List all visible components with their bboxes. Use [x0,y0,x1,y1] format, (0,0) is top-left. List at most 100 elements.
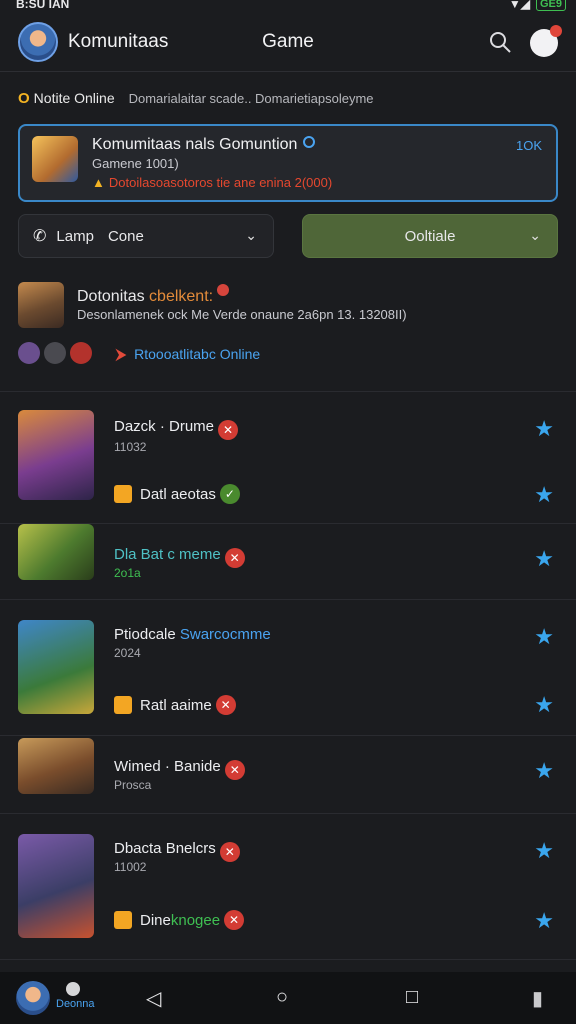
game-title: Dbacta Bnelcrs ✕ [114,840,240,862]
game-thumbnail [18,410,94,500]
featured-title-a: Dotonitas [77,288,145,305]
member-avatar [70,342,92,364]
game-tag-text: Datl aeotas [140,485,216,503]
tag-icon [114,696,132,714]
filter-dropdown-left[interactable]: ✆ Lamp Cone ⌄ [18,214,274,258]
game-title-text: Wimed · Banide [114,758,221,775]
alert-badge [217,284,230,296]
app-bar: Komunitaas Game [0,12,576,72]
app-title: Komunitaas [68,30,169,52]
star-icon[interactable]: ★ [534,546,554,572]
card-subtitle: Gamene 1001) [92,156,179,171]
notification-badge [550,25,562,37]
game-title-text: Dazck · Drume [114,418,215,435]
search-icon[interactable] [488,30,512,54]
wifi-icon: ▼◢ [508,0,530,11]
star-icon[interactable]: ★ [534,624,554,650]
nav-user-label: Deonna [56,998,95,1010]
featured-item[interactable]: Dotonitas cbelkent: Desonlamenek ock Me … [0,280,576,392]
close-badge-icon: ✕ [224,760,245,780]
notice-title: Notite Online [33,90,115,106]
chevron-down-icon: ⌄ [245,227,257,243]
game-sub: 2024 [114,646,141,660]
game-thumbnail [18,620,94,714]
card-warning: Dotoilasoasotoros tie ane enina 2(000) [108,175,333,190]
game-thumbnail [18,834,94,938]
battery-indicator: GE9 [535,0,566,11]
online-notice: O Notite Online Domarialaitar scade.. Do… [0,72,576,124]
card-count: 1OK [515,138,542,153]
home-icon[interactable]: ○ [276,986,288,1009]
tag-icon [114,485,132,503]
nav-user[interactable]: Deonna [56,982,95,1010]
filter-left-b: Cone [107,227,144,245]
back-icon[interactable]: ◁ [146,986,161,1011]
app-drawer-icon[interactable]: ▮ [532,986,543,1011]
game-title-highlight: Swarcocmme [179,626,271,643]
card-title-line: Komumitaas nals Gomuntion [92,136,316,154]
recents-icon[interactable]: □ [406,986,418,1009]
arrow-right-icon: ⮞ [116,346,127,362]
bottom-nav: Deonna ◁ ○ □ ▮ [0,972,576,1024]
chevron-down-icon: ⌄ [529,227,541,243]
game-sub: 11002 [114,860,147,874]
list-item[interactable]: Wimed · Banide ✕ Prosca ★ [0,736,576,814]
game-title-text: Ptiodcale [114,626,180,643]
game-tag: Ratl aaime ✕ [114,695,236,715]
nav-avatar[interactable] [16,981,50,1015]
filter-right-label: Ooltiale [404,227,456,245]
close-badge-icon: ✕ [215,695,236,715]
game-tag: Dine knogee ✕ [114,910,245,930]
star-icon[interactable]: ★ [534,416,554,442]
member-avatar [18,342,40,364]
online-label: Rtoooatlitabc Online [134,346,261,362]
notification-icon[interactable] [530,25,562,57]
star-icon[interactable]: ★ [534,758,554,784]
game-thumbnail [18,738,94,794]
star-icon[interactable]: ★ [534,692,554,718]
list-item[interactable]: Dla Bat c meme ✕ 2o1a ★ [0,524,576,600]
filter-bar: ✆ Lamp Cone ⌄ Ooltiale ⌄ [18,214,558,258]
game-tag: Datl aeotas ✓ [114,484,240,504]
member-avatar [44,342,66,364]
list-item[interactable]: Dbacta Bnelcrs ✕ 11002 Dine knogee ✕ ★ ★ [0,814,576,960]
filter-left-a: Lamp [56,227,94,245]
user-icon [66,982,80,996]
close-badge-icon: ✕ [219,842,240,862]
star-icon[interactable]: ★ [534,838,554,864]
online-link[interactable]: ⮞ Rtoooatlitabc Online [116,346,260,363]
game-list: Dazck · Drume ✕ 11032 Datl aeotas ✓ ★ ★ Dl… [0,392,576,960]
info-icon[interactable] [303,136,316,148]
game-title-text: Dbacta Bnelcrs [114,840,216,857]
featured-subtitle: Desonlamenek ock Me Verde onaune 2a6pn 1… [77,307,407,322]
game-title: Wimed · Banide ✕ [114,758,245,780]
close-badge-icon: ✕ [224,548,245,568]
phone-icon: ✆ [33,228,47,245]
game-tag-highlight: knogee [170,911,221,929]
warning-icon: ▲ [92,175,105,190]
game-title: Dazck · Drume ✕ [114,418,239,440]
list-item[interactable]: Dazck · Drume ✕ 11032 Datl aeotas ✓ ★ ★ [0,392,576,524]
list-item[interactable]: Ptiodcale Swarcocmme 2024 Ratl aaime ✕ ★ … [0,600,576,736]
community-thumbnail [32,136,78,182]
status-time: B:SU IAN [16,0,70,11]
close-badge-icon: ✕ [218,420,239,440]
card-title: Komumitaas nals Gomuntion [92,136,298,153]
star-icon[interactable]: ★ [534,908,554,934]
game-sub: 2o1a [114,566,141,580]
status-bar: B:SU IAN ▼◢ GE9 [0,0,576,12]
notice-marker: O [18,89,30,107]
community-card[interactable]: Komumitaas nals Gomuntion Gamene 1001) ▲… [18,124,558,202]
profile-avatar[interactable] [18,21,58,62]
status-icons: ▼◢ GE9 [509,0,566,11]
tag-icon [114,911,132,929]
game-tag-text: Dine [140,911,171,929]
game-thumbnail [18,524,94,580]
game-sub: Prosca [114,778,152,792]
game-title-text: Dla Bat c meme [114,546,221,563]
game-tag-text: Ratl aaime [140,696,212,714]
notice-text: Domarialaitar scade.. Domarietiapsoleyme [128,90,374,106]
game-title: Dla Bat c meme ✕ [114,546,245,568]
filter-dropdown-right[interactable]: Ooltiale ⌄ [302,214,558,258]
star-icon[interactable]: ★ [534,482,554,508]
